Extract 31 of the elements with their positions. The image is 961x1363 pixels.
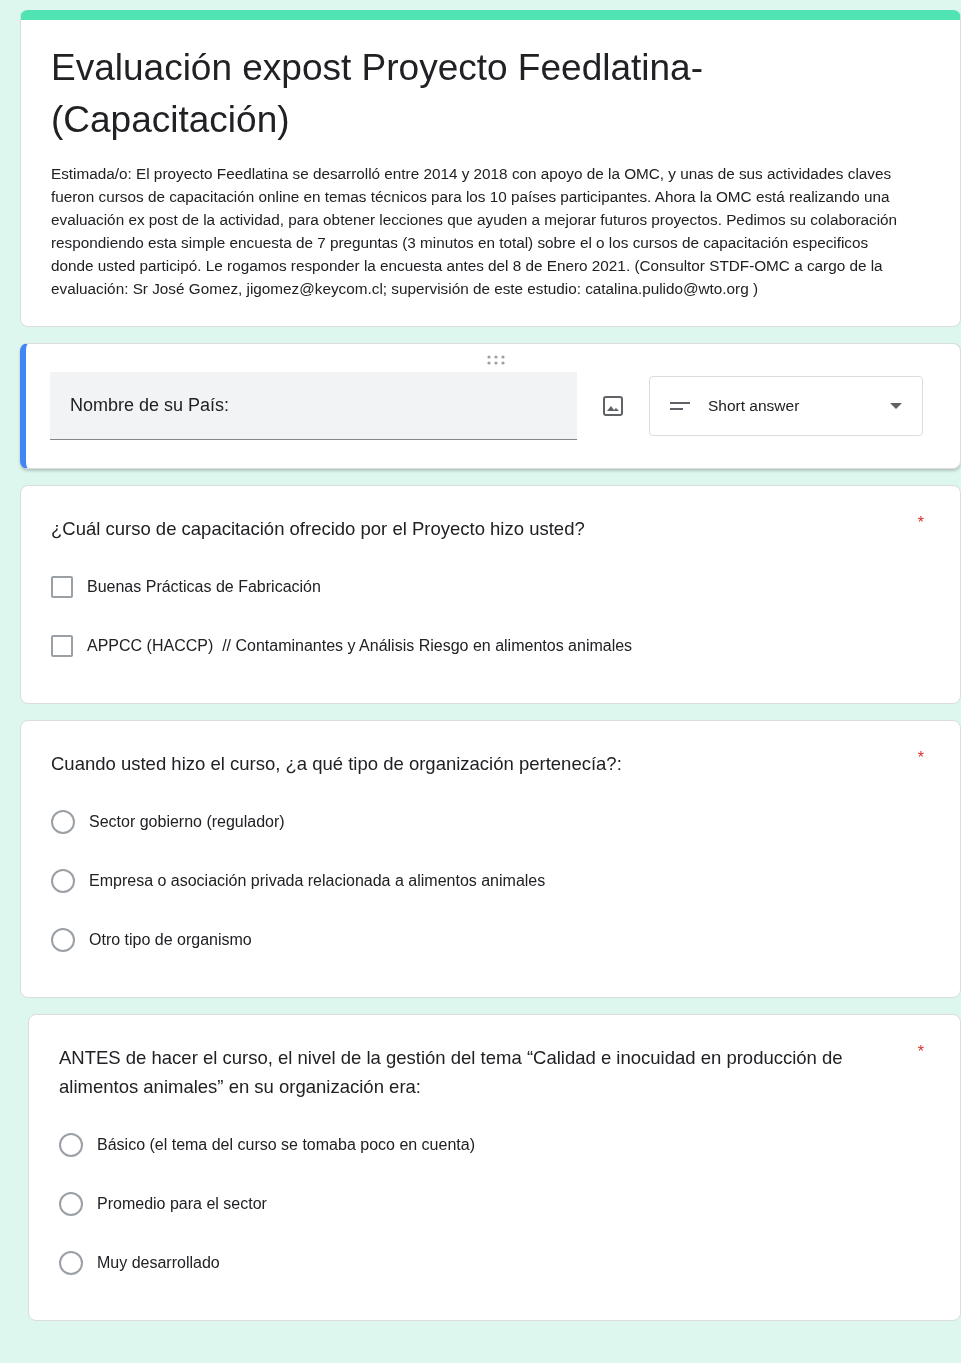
option-label: Muy desarrollado [97, 1253, 220, 1272]
short-text-icon [670, 401, 690, 411]
option-label: Buenas Prácticas de Fabricación [87, 577, 321, 596]
question-type-label: Short answer [708, 397, 801, 415]
checkbox[interactable] [51, 634, 73, 657]
question-title: ¿Cuál curso de capacitación ofrecido por el Proyecto hizo usted? [51, 517, 585, 541]
required-asterisk: * [917, 514, 924, 533]
question-title: ANTES de hacer el curso, el nivel de la gestión del tema “Calidad e inocuidad en producción de alimentos animales” en su organización era: [59, 1046, 844, 1099]
radio-button[interactable] [59, 1191, 83, 1216]
drag-handle-icon[interactable] [486, 354, 506, 366]
option-label: Básico (el tema del curso se tomaba poco en cuenta) [97, 1135, 475, 1154]
form-description: Estimada/o: El proyecto Feedlatina se desarrolló entre 2014 y 2018 con apoyo de la OMC, y unas de sus actividades claves fueron cursos de capacitación online en temas técnicos para los 10 países participantes. Ahora la OMC está realizando una evaluación ex post de la actividad, para obtener lecciones que ayuden a mejorar futuros proyectos. Pedimos su colaboración respondiendo esta simple encuesta de 7 preguntas (3 minutos en total) sobre el o los cursos de capacitación especificos donde usted participó. Le rogamos responder la encuesta antes del 8 de Enero 2021. (Consultor STDF-OMC a cargo de la evaluación: Sr José Gomez, jigomez@keycom.cl; supervisión de este estudio: catalina.pulido@wto.org ) [51, 164, 899, 299]
form-title: Evaluación expost Proyecto Feedlatina-(Capacitación) [51, 46, 704, 142]
option-label: Sector gobierno (regulador) [89, 812, 285, 831]
caret-icon [890, 403, 902, 409]
option-label: Empresa o asociación privada relacionada a alimentos animales [89, 871, 546, 890]
required-asterisk: * [917, 749, 924, 768]
image-icon[interactable] [601, 394, 625, 418]
radio-button[interactable] [59, 1132, 83, 1157]
option-label: APPCC (HACCP) // Contaminantes y Análisis Riesgo en alimentos animales [87, 636, 633, 655]
option-label: Promedio para el sector [97, 1194, 267, 1213]
radio-button[interactable] [51, 868, 75, 893]
question-title-field[interactable]: Nombre de su País: [50, 372, 577, 440]
radio-button[interactable] [51, 809, 75, 834]
checkbox[interactable] [51, 575, 73, 598]
radio-button[interactable] [51, 927, 75, 952]
option-label: Otro tipo de organismo [89, 930, 252, 949]
question-type-dropdown[interactable]: Short answer [649, 376, 923, 436]
required-asterisk: * [917, 1043, 924, 1062]
radio-button[interactable] [59, 1250, 83, 1275]
question-title: Cuando usted hizo el curso, ¿a qué tipo de organización pertenecía?: [51, 752, 622, 776]
